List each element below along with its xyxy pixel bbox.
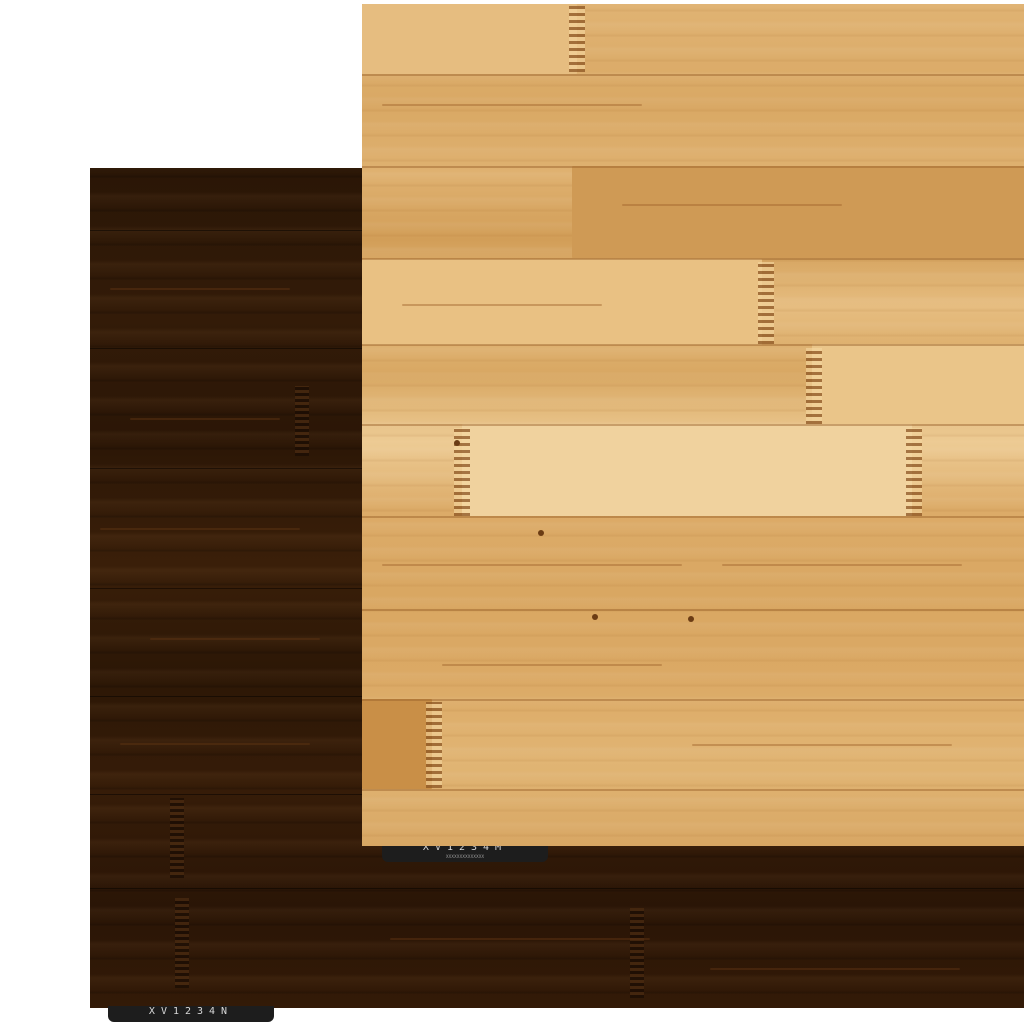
plank-seam bbox=[362, 344, 1024, 346]
grain-streak bbox=[442, 664, 662, 666]
plank-seam bbox=[90, 888, 1024, 889]
grain-streak bbox=[130, 418, 280, 420]
plank-seam bbox=[362, 699, 1024, 701]
finger-joint bbox=[630, 908, 644, 998]
grain-streak bbox=[710, 968, 960, 970]
product-photo: XV1234N XV1234M XXXXXXXXXXXXXX bbox=[0, 0, 1024, 1024]
wood-board bbox=[462, 424, 912, 516]
wood-knot bbox=[592, 614, 598, 620]
plank-seam bbox=[362, 609, 1024, 611]
wood-board bbox=[362, 699, 432, 789]
grain-streak bbox=[382, 564, 682, 566]
plank-seam bbox=[362, 789, 1024, 791]
grain-streak bbox=[722, 564, 962, 566]
wood-knot bbox=[688, 616, 694, 622]
dark-sample-label-tag: XV1234N bbox=[108, 1006, 274, 1022]
grain-streak bbox=[390, 938, 650, 940]
grain-streak bbox=[150, 638, 320, 640]
finger-joint bbox=[295, 386, 309, 456]
finger-joint bbox=[806, 348, 822, 424]
grain-streak bbox=[120, 743, 310, 745]
grain-streak bbox=[622, 204, 842, 206]
wood-board bbox=[362, 259, 762, 345]
wood-board bbox=[572, 166, 1024, 258]
plank-seam bbox=[362, 516, 1024, 518]
grain-streak bbox=[402, 304, 602, 306]
grain-streak bbox=[382, 104, 642, 106]
finger-joint bbox=[569, 6, 585, 72]
wood-board bbox=[812, 344, 1024, 424]
light-sample-fine-print: XXXXXXXXXXXXXX bbox=[445, 854, 485, 859]
wood-knot bbox=[538, 530, 544, 536]
finger-joint bbox=[170, 798, 184, 878]
wood-board bbox=[362, 4, 577, 74]
grain-streak bbox=[110, 288, 290, 290]
finger-joint bbox=[426, 702, 442, 788]
grain-streak bbox=[692, 744, 952, 746]
finger-joint bbox=[758, 262, 774, 344]
wood-knot bbox=[454, 440, 460, 446]
plank-seam bbox=[362, 74, 1024, 76]
finger-joint bbox=[175, 898, 189, 988]
plank-seam bbox=[362, 424, 1024, 426]
grain-streak bbox=[100, 528, 300, 530]
finger-joint bbox=[906, 428, 922, 516]
light-wood-sample-panel bbox=[362, 4, 1024, 846]
plank-seam bbox=[362, 166, 1024, 168]
plank-seam bbox=[362, 258, 1024, 260]
dark-sample-code: XV1234N bbox=[148, 1006, 234, 1017]
